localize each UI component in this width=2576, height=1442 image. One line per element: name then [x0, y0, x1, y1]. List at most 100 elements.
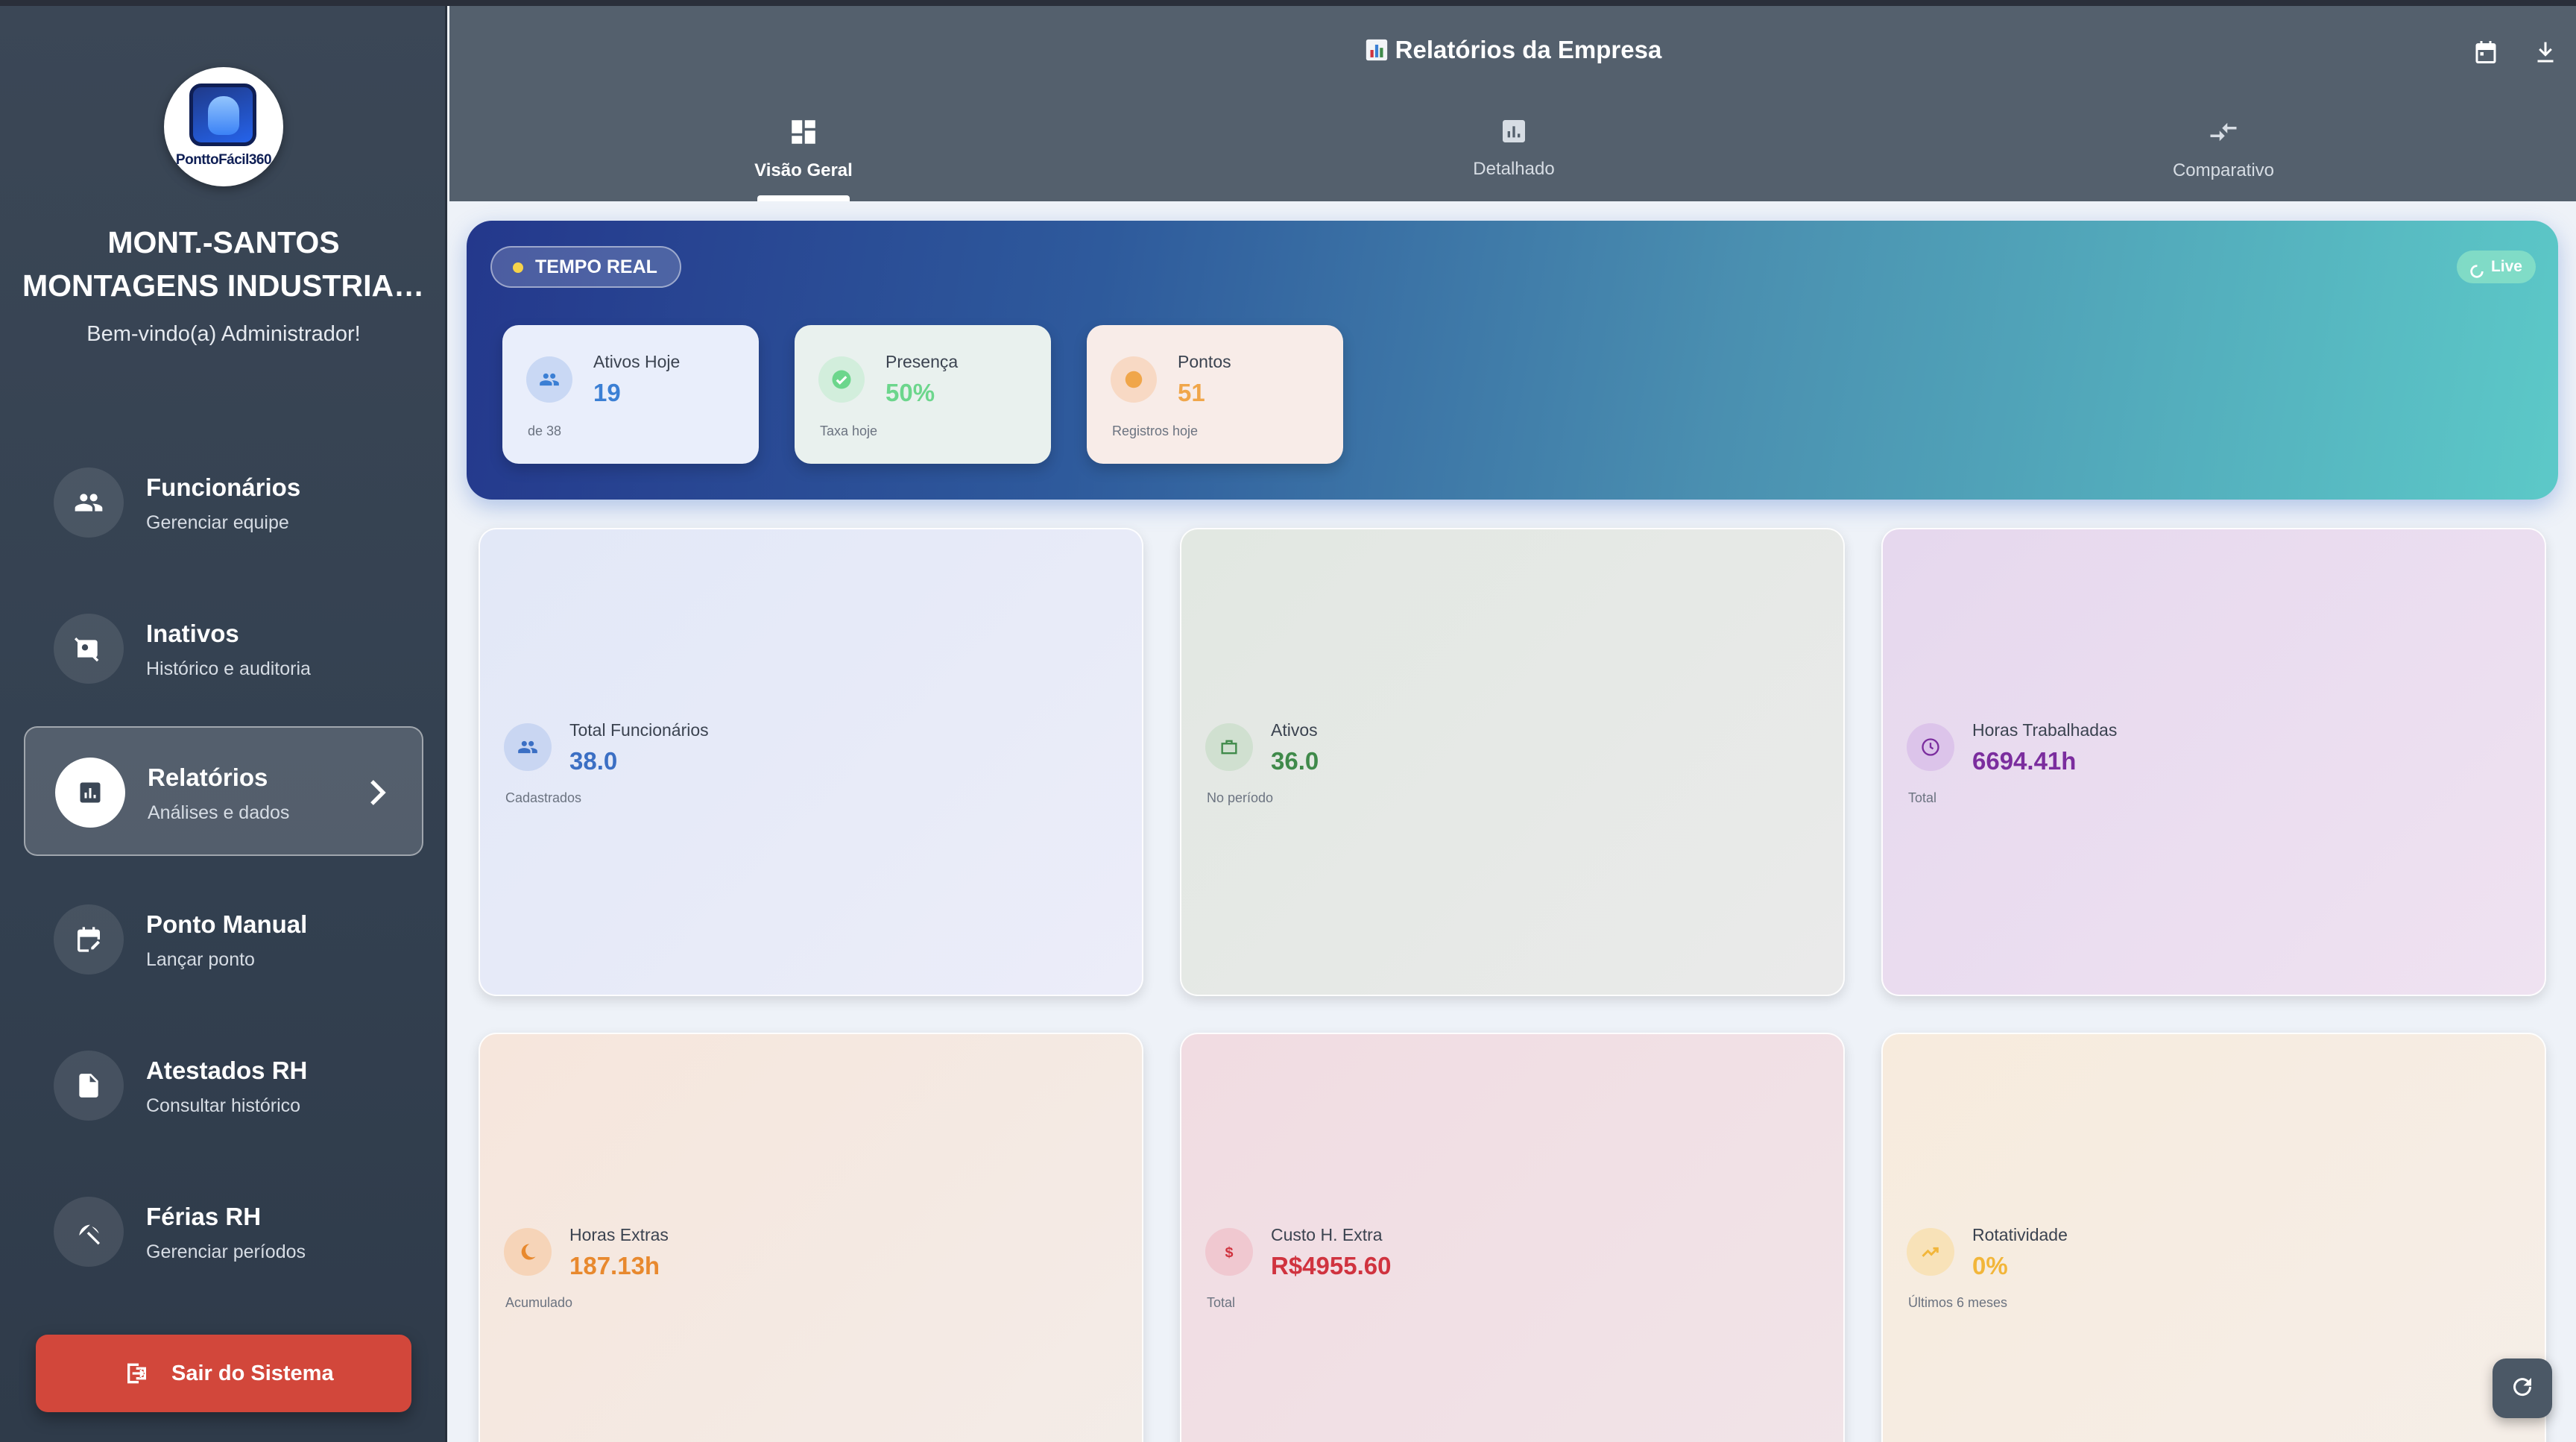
status-dot-icon: [513, 262, 523, 273]
card-sublabel: Taxa hoje: [820, 424, 878, 438]
sidebar-item-sublabel: Lançar ponto: [146, 949, 255, 970]
window-top-border: [0, 0, 2576, 6]
logo-text: PonttoFácil360: [175, 152, 272, 168]
people-icon: [526, 356, 572, 403]
card-label: Presença: [886, 352, 959, 371]
stat-label: Rotatividade: [1972, 1225, 2068, 1244]
stat-value: 36.0: [1271, 747, 1319, 775]
check-circle-icon: [818, 356, 865, 403]
calendar-icon: [2472, 39, 2499, 69]
card-value: 19: [593, 379, 621, 406]
card-value: 51: [1178, 379, 1205, 406]
app-header: Relatórios da Empresa Visão Geral Detalh…: [449, 6, 2576, 201]
dollar-icon: $: [1205, 1228, 1253, 1276]
realtime-banner: TEMPO REAL Live Ativos Hoje 19 de 38 Pre…: [467, 221, 2558, 500]
card-label: Ativos Hoje: [593, 352, 681, 371]
person-off-icon: [54, 614, 124, 684]
sync-icon: [2469, 259, 2485, 292]
sidebar-item-label: Inativos: [146, 620, 239, 647]
stat-card-horas-trabalhadas: Horas Trabalhadas 6694.41h Total: [1881, 528, 2546, 996]
stat-sublabel: Cadastrados: [505, 790, 582, 805]
stat-sublabel: Últimos 6 meses: [1908, 1295, 2008, 1310]
card-label: Pontos: [1178, 352, 1231, 371]
page-title: Relatórios da Empresa: [449, 36, 2576, 69]
stat-label: Total Funcionários: [569, 720, 709, 740]
sidebar-item-sublabel: Análises e dados: [148, 802, 290, 823]
download-button[interactable]: [2526, 34, 2565, 73]
realtime-card-presenca: Presença 50% Taxa hoje: [795, 325, 1051, 464]
stat-label: Horas Extras: [569, 1225, 669, 1244]
welcome-message: Bem-vindo(a) Administrador!: [86, 322, 361, 346]
sidebar-item-sublabel: Histórico e auditoria: [146, 658, 311, 679]
compare-arrows-icon: [2119, 116, 2328, 153]
card-sublabel: Registros hoje: [1112, 424, 1199, 438]
beach-icon: [54, 1197, 124, 1267]
sidebar-item-ponto-manual[interactable]: Ponto Manual Lançar ponto: [24, 875, 423, 1004]
stat-label: Ativos: [1271, 720, 1318, 740]
moon-icon: [504, 1228, 552, 1276]
sidebar: PonttoFácil360 MONT.-SANTOS MONTAGENS IN…: [0, 6, 447, 1442]
sidebar-item-relatorios[interactable]: Relatórios Análises e dados: [24, 726, 423, 856]
stat-value: 187.13h: [569, 1252, 660, 1279]
download-icon: [2532, 39, 2559, 69]
calendar-button[interactable]: [2466, 34, 2505, 73]
chevron-right-icon: [365, 772, 392, 816]
trending-up-icon: [1907, 1228, 1954, 1276]
sidebar-item-inativos[interactable]: Inativos Histórico e auditoria: [24, 584, 423, 714]
logout-button[interactable]: Sair do Sistema: [36, 1335, 411, 1412]
refresh-button[interactable]: [2493, 1358, 2552, 1418]
stat-value: 6694.41h: [1972, 747, 2077, 775]
logout-label: Sair do Sistema: [171, 1361, 334, 1385]
logo-icon: [189, 84, 256, 146]
document-icon: [54, 1051, 124, 1121]
stat-card-custo-hora-extra: $ Custo H. Extra R$4955.60 Total: [1180, 1033, 1845, 1442]
stat-sublabel: No período: [1207, 790, 1274, 805]
sidebar-item-label: Relatórios: [148, 763, 268, 791]
people-icon: [54, 467, 124, 538]
realtime-badge: TEMPO REAL: [490, 246, 681, 288]
sidebar-item-sublabel: Consultar histórico: [146, 1095, 301, 1116]
sidebar-item-label: Ponto Manual: [146, 910, 308, 938]
active-tab-indicator: [757, 195, 850, 201]
briefcase-icon: [1205, 723, 1253, 771]
stat-value: 0%: [1972, 1252, 2008, 1279]
stat-value: R$4955.60: [1271, 1252, 1392, 1279]
people-icon: [504, 723, 552, 771]
svg-text:$: $: [1225, 1244, 1233, 1261]
tab-visao-geral[interactable]: Visão Geral: [742, 116, 865, 181]
sidebar-item-label: Férias RH: [146, 1203, 262, 1230]
realtime-card-pontos: Pontos 51 Registros hoje: [1087, 325, 1343, 464]
edit-calendar-icon: [54, 904, 124, 975]
sidebar-item-sublabel: Gerenciar períodos: [146, 1241, 306, 1262]
stat-sublabel: Acumulado: [505, 1295, 573, 1310]
bar-chart-emoji-icon: [1364, 37, 1389, 69]
card-sublabel: de 38: [528, 424, 562, 438]
sidebar-item-sublabel: Gerenciar equipe: [146, 512, 289, 533]
tab-comparativo[interactable]: Comparativo: [2119, 116, 2328, 181]
sidebar-item-label: Atestados RH: [146, 1057, 308, 1084]
sidebar-item-funcionarios[interactable]: Funcionários Gerenciar equipe: [24, 438, 423, 567]
stat-card-rotatividade: Rotatividade 0% Últimos 6 meses: [1881, 1033, 2546, 1442]
company-name: MONT.-SANTOS MONTAGENS INDUSTRIAI...: [22, 225, 425, 303]
stat-sublabel: Total: [1207, 1295, 1236, 1310]
fingerprint-icon: [1111, 356, 1157, 403]
sidebar-item-ferias[interactable]: Férias RH Gerenciar períodos: [24, 1167, 423, 1297]
tab-detalhado[interactable]: Detalhado: [1426, 116, 1602, 180]
stat-sublabel: Total: [1908, 790, 1937, 805]
refresh-icon: [2509, 1373, 2536, 1404]
sidebar-item-label: Funcionários: [146, 473, 301, 501]
live-indicator: Live: [2456, 251, 2536, 283]
realtime-card-ativos: Ativos Hoje 19 de 38: [502, 325, 759, 464]
stat-label: Horas Trabalhadas: [1972, 720, 2118, 740]
bar-chart-icon: [1426, 116, 1602, 151]
stat-card-horas-extras: Horas Extras 187.13h Acumulado: [479, 1033, 1143, 1442]
clock-icon: [1907, 723, 1954, 771]
analytics-icon: [55, 758, 125, 828]
sidebar-item-atestados[interactable]: Atestados RH Consultar histórico: [24, 1021, 423, 1150]
stat-card-total-funcionarios: Total Funcionários 38.0 Cadastrados: [479, 528, 1143, 996]
stat-card-ativos: Ativos 36.0 No período: [1180, 528, 1845, 996]
stat-value: 38.0: [569, 747, 618, 775]
logout-icon: [124, 1358, 154, 1394]
stat-label: Custo H. Extra: [1271, 1225, 1383, 1244]
card-value: 50%: [886, 379, 935, 406]
